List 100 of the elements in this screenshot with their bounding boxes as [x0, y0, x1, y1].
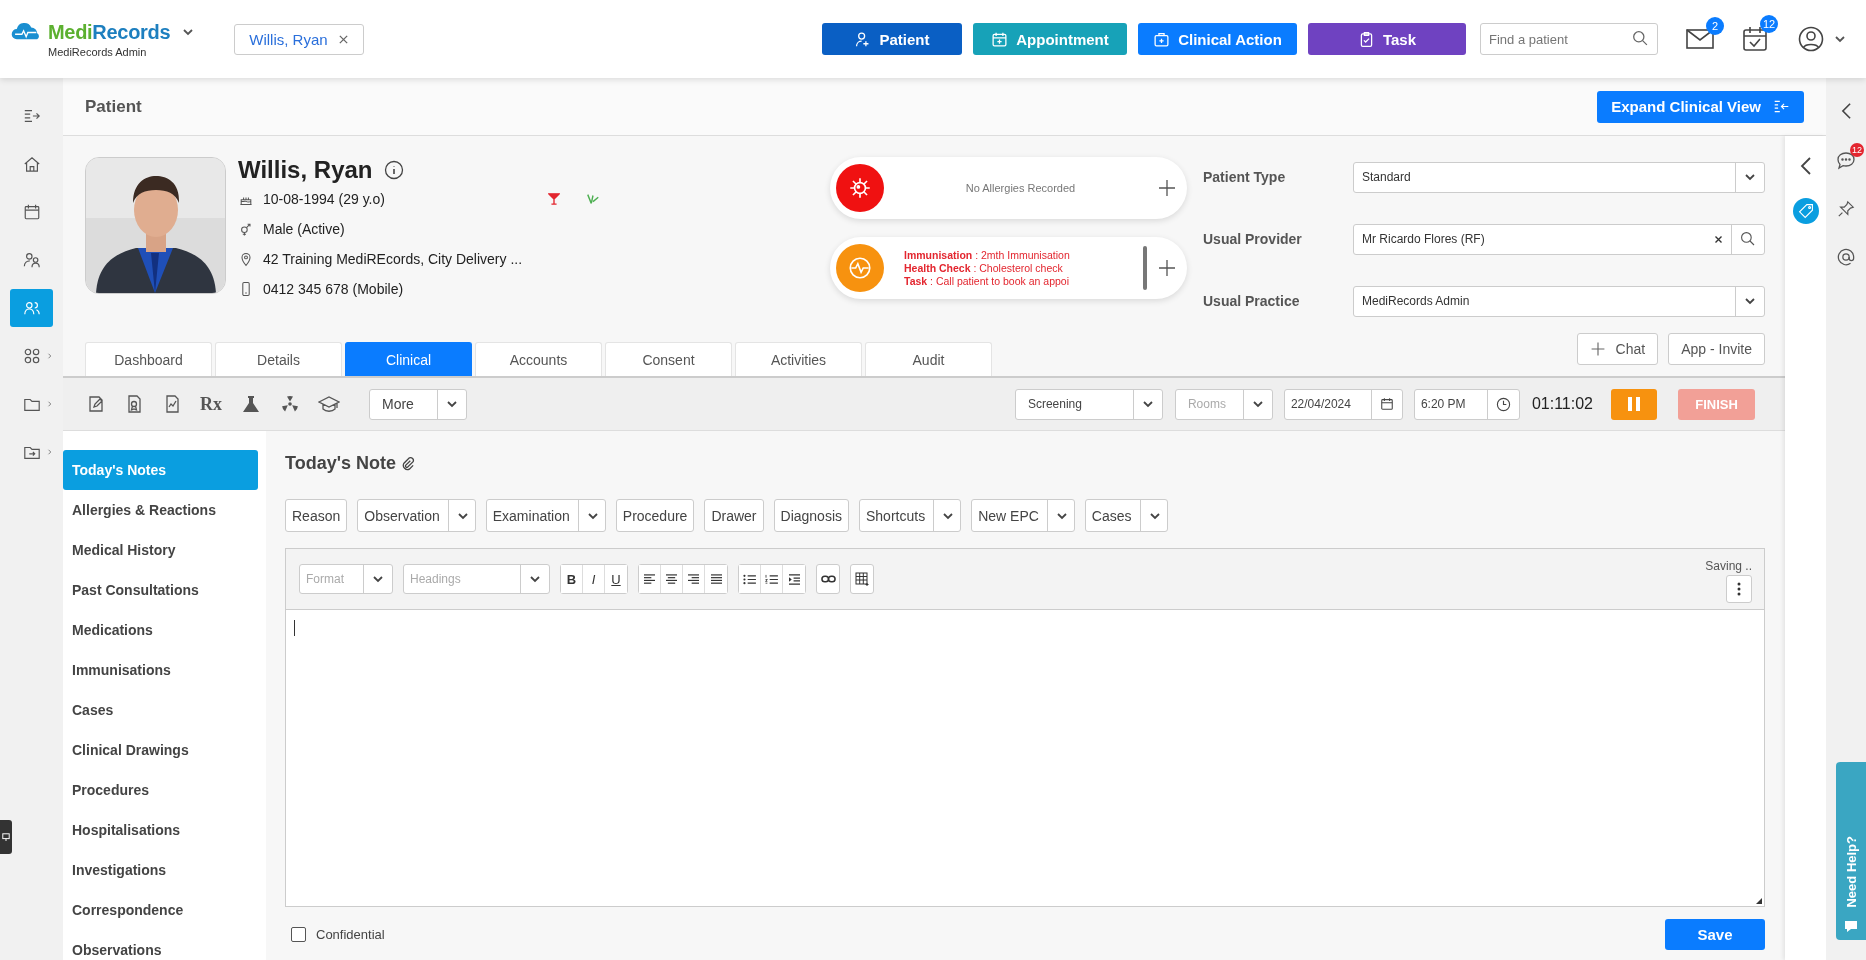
notes-nav-item[interactable]: Observations: [63, 930, 266, 960]
reminder-text: Health Check : Cholesterol check: [904, 262, 1064, 274]
quick-button[interactable]: Diagnosis: [773, 499, 849, 532]
chevron-down-icon[interactable]: [529, 573, 541, 585]
search-icon[interactable]: [1740, 231, 1756, 247]
search-icon[interactable]: [1632, 30, 1649, 47]
prescription-symbol[interactable]: Rx: [200, 393, 222, 415]
consult-timer: 01:11:02: [1531, 395, 1593, 413]
notes-nav-item[interactable]: Correspondence: [63, 890, 266, 930]
chevron-right-icon: [47, 400, 53, 408]
tab[interactable]: Clinical: [345, 342, 472, 376]
chevron-right-icon: [47, 352, 53, 360]
text-style-button[interactable]: B: [561, 565, 583, 593]
visit-type-select[interactable]: Screening: [1014, 388, 1163, 420]
resize-handle-icon[interactable]: [1756, 898, 1762, 904]
expand-menu-icon: [22, 107, 41, 125]
add-icon[interactable]: [1157, 258, 1177, 278]
pulse-icon: [847, 255, 873, 281]
close-icon[interactable]: [337, 33, 349, 45]
quick-button[interactable]: Drawer: [704, 499, 764, 532]
field-label: Usual Practice: [1203, 293, 1301, 309]
chevron-down-icon[interactable]: [1141, 398, 1154, 410]
tab[interactable]: Accounts: [475, 342, 602, 376]
tab[interactable]: Audit: [865, 342, 992, 376]
flask-icon[interactable]: [240, 394, 262, 414]
expand-button[interactable]: Expand Clinical View: [1597, 90, 1804, 123]
info-icon[interactable]: [384, 160, 405, 180]
app-invite-button[interactable]: App - Invite: [1668, 333, 1765, 365]
notes-nav-item[interactable]: Investigations: [63, 850, 266, 890]
patient-detail: Male (Active): [263, 221, 345, 237]
chevron-down-icon[interactable]: [1834, 33, 1846, 45]
user-avatar-icon[interactable]: [1798, 26, 1824, 52]
notes-nav-item[interactable]: Allergies & Reactions: [63, 490, 266, 530]
grid-icon: [22, 347, 41, 365]
time-field[interactable]: 6:20 PM: [1413, 388, 1520, 420]
patient-detail: 0412 345 678 (Mobile): [263, 281, 404, 297]
action-button[interactable]: Task: [1308, 23, 1466, 55]
date-field[interactable]: 22/04/2024: [1283, 388, 1403, 420]
add-icon[interactable]: [1157, 178, 1177, 198]
chevron-left-icon[interactable]: [1840, 102, 1852, 120]
chevron-down-icon[interactable]: [372, 573, 384, 585]
dropdown-button[interactable]: Shortcuts: [859, 499, 962, 532]
link-button[interactable]: [816, 564, 840, 594]
bullet-list-button[interactable]: [739, 565, 761, 593]
tab[interactable]: Activities: [735, 342, 862, 376]
lookup-field[interactable]: Mr Ricardo Flores (RF): [1353, 223, 1765, 255]
search-field[interactable]: Find a patient: [1480, 23, 1658, 55]
action-button[interactable]: Patient: [822, 23, 962, 55]
action-button[interactable]: Clinical Action: [1138, 23, 1297, 55]
more-dropdown[interactable]: More: [369, 388, 467, 420]
chevron-down-icon[interactable]: [1744, 295, 1756, 307]
chevron-down-icon[interactable]: [446, 398, 458, 410]
quick-button[interactable]: Procedure: [615, 499, 695, 532]
quick-button[interactable]: Reason: [285, 499, 348, 532]
chevron-left-icon[interactable]: [1799, 156, 1812, 176]
clear-icon[interactable]: [1714, 234, 1723, 244]
count-badge: 12: [1760, 15, 1778, 33]
notes-nav-item[interactable]: Cases: [63, 690, 266, 730]
notes-nav-item[interactable]: Clinical Drawings: [63, 730, 266, 770]
select-field[interactable]: MediRecords Admin: [1353, 285, 1765, 317]
tab[interactable]: Details: [215, 342, 342, 376]
side-tab[interactable]: [0, 820, 12, 854]
chevron-down-icon[interactable]: [1744, 171, 1756, 183]
table-button[interactable]: [850, 564, 874, 594]
notes-nav-item[interactable]: Medical History: [63, 530, 266, 570]
notes-nav-item[interactable]: Past Consultations: [63, 570, 266, 610]
checkbox[interactable]: [291, 927, 306, 942]
scroll-thumb[interactable]: [1143, 246, 1147, 290]
tag-button[interactable]: [1792, 198, 1819, 224]
calendar-check-icon[interactable]: [1742, 26, 1768, 52]
calendar-icon[interactable]: [1379, 397, 1394, 411]
chevron-down-icon[interactable]: [1251, 398, 1264, 410]
select-field[interactable]: Standard: [1353, 161, 1765, 193]
align-button[interactable]: [639, 565, 661, 593]
save-button[interactable]: Save: [1665, 919, 1765, 950]
at-sign-icon[interactable]: [1837, 248, 1855, 266]
graduation-cap-icon[interactable]: [318, 394, 340, 414]
dropdown-button[interactable]: Examination: [485, 499, 606, 532]
align-icon: [709, 573, 723, 585]
chat-button[interactable]: Chat: [1576, 333, 1659, 365]
checkbox-label: Confidential: [316, 927, 385, 942]
pin-icon[interactable]: [1837, 200, 1855, 218]
mail-icon[interactable]: [1686, 28, 1714, 50]
tab[interactable]: Consent: [605, 342, 732, 376]
notes-nav-item[interactable]: Medications: [63, 610, 266, 650]
notes-nav-item[interactable]: Hospitalisations: [63, 810, 266, 850]
notes-nav-item[interactable]: Immunisations: [63, 650, 266, 690]
field-label: Patient Type: [1203, 169, 1287, 185]
radiation-icon[interactable]: [280, 394, 300, 414]
dropdown-button[interactable]: Observation: [357, 499, 476, 532]
dropdown-button[interactable]: New EPC: [971, 499, 1075, 532]
patient-chip[interactable]: Willis, Ryan: [234, 23, 364, 55]
tab[interactable]: Dashboard: [85, 342, 212, 376]
dropdown-button[interactable]: Cases: [1084, 499, 1168, 532]
virus-icon: [847, 175, 873, 201]
clock-icon[interactable]: [1495, 396, 1511, 412]
field-label: Usual Provider: [1203, 231, 1303, 247]
note-edit-icon[interactable]: [86, 394, 106, 414]
chevron-down-icon[interactable]: [182, 26, 195, 38]
notes-nav-item[interactable]: Procedures: [63, 770, 266, 810]
